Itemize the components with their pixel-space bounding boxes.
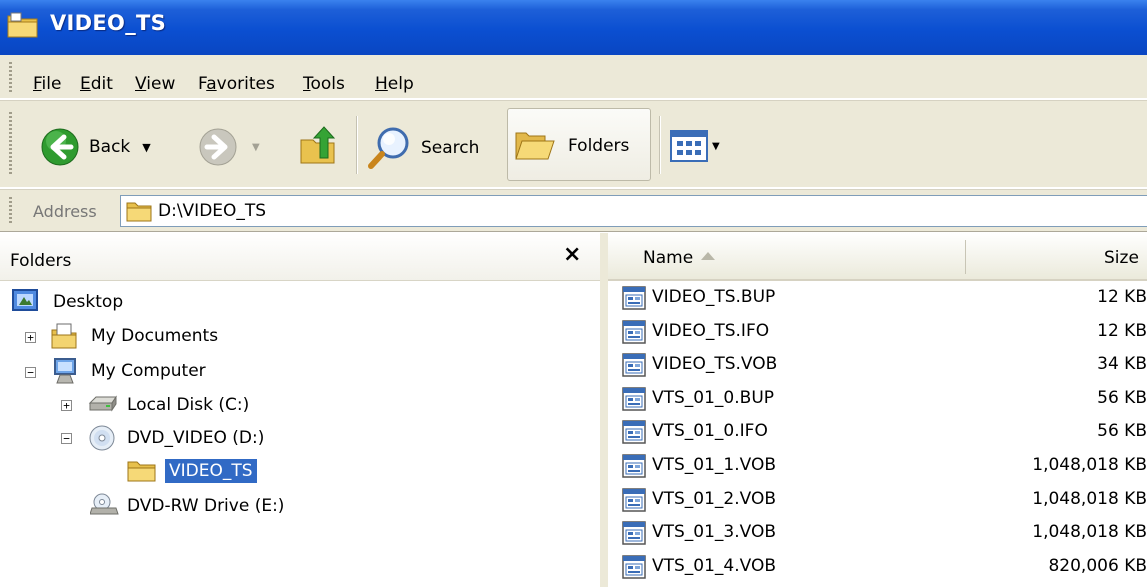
- tree-collapse-toggle[interactable]: −: [61, 433, 72, 444]
- desktop-icon: [12, 289, 38, 311]
- file-name: VTS_01_0.BUP: [652, 387, 775, 408]
- search-button[interactable]: Search: [367, 125, 479, 171]
- tree-item-local-disk[interactable]: Local Disk (C:): [127, 395, 249, 415]
- file-name: VIDEO_TS.BUP: [652, 287, 776, 307]
- menu-edit[interactable]: Edit: [80, 74, 113, 94]
- folder-icon: [126, 202, 152, 222]
- tree-item-my-documents[interactable]: My Documents: [91, 326, 218, 346]
- my-documents-icon: [51, 323, 77, 349]
- file-icon: [622, 387, 646, 411]
- file-name: VTS_01_0.IFO: [652, 421, 768, 442]
- back-button[interactable]: Back ▼: [40, 127, 151, 167]
- tree-collapse-toggle[interactable]: −: [25, 367, 36, 378]
- file-row[interactable]: VTS_01_3.VOB 1,048,018 KB: [608, 518, 1147, 549]
- folders-pane-header: [0, 233, 600, 281]
- hard-disk-icon: [88, 395, 117, 412]
- file-size: 1,048,018 KB: [1032, 488, 1147, 509]
- views-dropdown-arrow[interactable]: ▼: [712, 141, 720, 152]
- file-name: VTS_01_1.VOB: [652, 455, 777, 475]
- file-size: 12 KB: [1097, 287, 1147, 307]
- menu-view[interactable]: View: [135, 74, 175, 94]
- address-bar-grip[interactable]: [9, 197, 12, 225]
- title-bar[interactable]: VIDEO_TS: [0, 0, 1147, 55]
- file-size: 12 KB: [1097, 320, 1147, 341]
- file-icon: [622, 319, 646, 344]
- file-row[interactable]: VTS_01_0.IFO 56 KB: [608, 417, 1147, 448]
- my-computer-icon: [54, 358, 76, 384]
- address-value[interactable]: D:\VIDEO_TS: [158, 201, 266, 221]
- file-name: VTS_01_2.VOB: [652, 488, 777, 509]
- window-title: VIDEO_TS: [50, 11, 167, 35]
- file-icon: [622, 286, 646, 310]
- file-size: 56 KB: [1097, 421, 1147, 442]
- menu-tools[interactable]: Tools: [303, 74, 345, 94]
- address-input[interactable]: [120, 195, 1147, 227]
- close-icon[interactable]: ×: [563, 242, 581, 267]
- folders-pane-title: Folders: [10, 251, 72, 271]
- back-arrow-icon: [41, 128, 79, 166]
- file-name: VIDEO_TS.VOB: [652, 354, 778, 375]
- tree-item-desktop[interactable]: Desktop: [53, 292, 123, 312]
- file-name: VIDEO_TS.IFO: [652, 320, 770, 341]
- file-icon: [622, 487, 646, 512]
- up-folder-button[interactable]: [298, 124, 340, 168]
- file-name: VTS_01_3.VOB: [652, 522, 777, 543]
- tree-item-video-ts[interactable]: VIDEO_TS: [165, 459, 257, 483]
- column-header-name[interactable]: Name: [643, 248, 693, 268]
- dvd-rw-drive-icon: [90, 493, 119, 515]
- column-header-size[interactable]: Size: [1104, 248, 1139, 268]
- folders-button-content[interactable]: Folders: [514, 128, 629, 164]
- menu-file[interactable]: File: [33, 74, 61, 94]
- address-label: Address: [33, 202, 97, 221]
- dvd-disc-icon: [89, 425, 115, 451]
- tree-item-dvd-video[interactable]: DVD_VIDEO (D:): [127, 428, 264, 448]
- folder-icon: [127, 461, 156, 482]
- file-icon: [622, 420, 646, 445]
- forward-dropdown-arrow[interactable]: ▼: [252, 142, 260, 153]
- file-row[interactable]: VIDEO_TS.IFO 12 KB: [608, 317, 1147, 348]
- file-size: 1,048,018 KB: [1032, 522, 1147, 543]
- file-row[interactable]: VTS_01_4.VOB 820,006 KB: [608, 552, 1147, 583]
- back-dropdown-arrow[interactable]: ▼: [142, 141, 150, 154]
- sort-ascending-icon: [701, 252, 715, 260]
- views-button[interactable]: ▼: [670, 130, 720, 162]
- file-size: 820,006 KB: [1048, 555, 1147, 576]
- up-folder-icon: [300, 126, 336, 164]
- file-size: 34 KB: [1097, 354, 1147, 375]
- forward-arrow-icon: [199, 128, 237, 166]
- views-icon: [670, 130, 708, 162]
- toolbar-separator: [659, 116, 661, 174]
- file-row[interactable]: VTS_01_0.BUP 56 KB: [608, 384, 1147, 415]
- menu-help[interactable]: Help: [375, 74, 414, 94]
- file-icon: [622, 521, 646, 545]
- pane-splitter[interactable]: [600, 233, 608, 587]
- folder-icon: [7, 12, 38, 38]
- toolbar-separator: [356, 116, 358, 174]
- menu-favorites[interactable]: Favorites: [198, 74, 275, 94]
- file-row[interactable]: VIDEO_TS.VOB 34 KB: [608, 350, 1147, 381]
- file-row[interactable]: VTS_01_2.VOB 1,048,018 KB: [608, 485, 1147, 516]
- file-size: 56 KB: [1097, 387, 1147, 408]
- tree-item-dvd-rw-drive[interactable]: DVD-RW Drive (E:): [127, 496, 284, 516]
- file-icon: [622, 555, 646, 579]
- folders-icon: [515, 132, 555, 160]
- file-name: VTS_01_4.VOB: [652, 555, 777, 576]
- tree-expand-toggle[interactable]: +: [61, 400, 72, 411]
- column-resize-handle[interactable]: [965, 240, 966, 274]
- file-icon: [622, 454, 646, 478]
- search-magnifier-icon: [368, 127, 409, 169]
- file-row[interactable]: VTS_01_1.VOB 1,048,018 KB: [608, 451, 1147, 482]
- tree-item-my-computer[interactable]: My Computer: [91, 361, 206, 381]
- forward-button[interactable]: ▼: [198, 127, 260, 167]
- file-icon: [622, 353, 646, 377]
- file-size: 1,048,018 KB: [1032, 455, 1147, 475]
- tree-expand-toggle[interactable]: +: [25, 332, 36, 343]
- file-row[interactable]: VIDEO_TS.BUP 12 KB: [608, 283, 1147, 314]
- toolbar-grip[interactable]: [9, 112, 12, 176]
- menu-bar-grip[interactable]: [9, 62, 12, 92]
